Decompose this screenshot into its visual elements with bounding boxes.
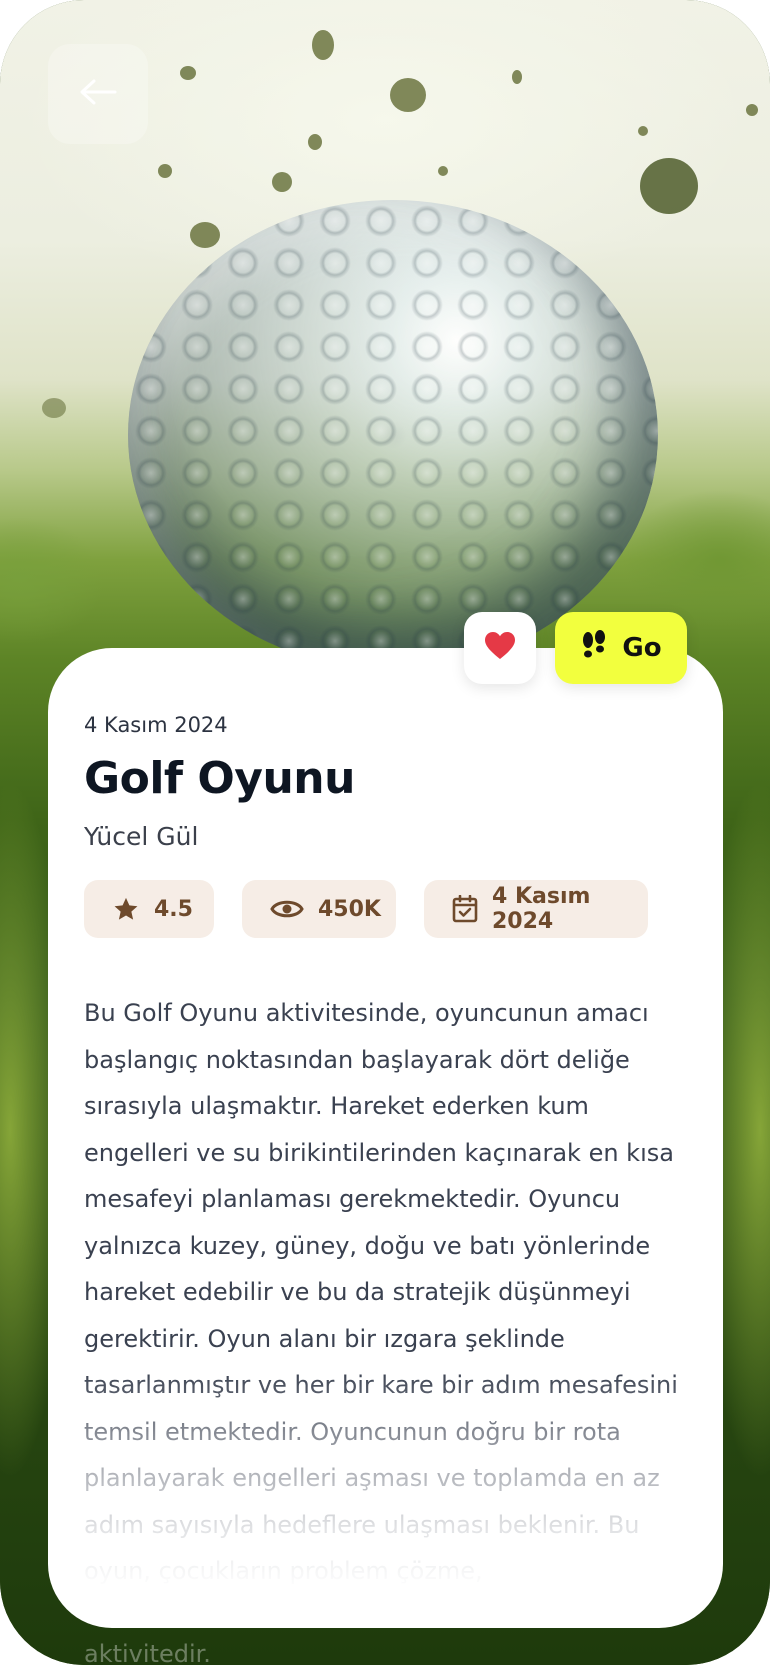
author-name: Yücel Gül bbox=[84, 822, 199, 851]
date-value: 4 Kasım 2024 bbox=[492, 884, 591, 934]
app-screen: 4 Kasım 2024 Golf Oyunu Yücel Gül 4.5 45… bbox=[0, 0, 770, 1665]
activity-card: 4 Kasım 2024 Golf Oyunu Yücel Gül 4.5 45… bbox=[48, 648, 723, 1628]
date-badge: 4 Kasım 2024 bbox=[424, 880, 648, 938]
heart-icon bbox=[484, 631, 516, 666]
go-button-label: Go bbox=[622, 633, 662, 663]
views-value: 450K bbox=[318, 896, 381, 922]
stats-row: 4.5 450K 4 Kasım 2024 bbox=[84, 880, 694, 938]
rating-badge: 4.5 bbox=[84, 880, 214, 938]
calendar-check-icon bbox=[452, 895, 478, 923]
activity-date: 4 Kasım 2024 bbox=[84, 713, 228, 737]
eye-icon bbox=[270, 897, 304, 921]
go-button[interactable]: Go bbox=[555, 612, 687, 684]
golf-ball bbox=[128, 200, 658, 670]
views-badge: 450K bbox=[242, 880, 396, 938]
rating-value: 4.5 bbox=[154, 896, 193, 922]
arrow-left-icon bbox=[78, 78, 118, 111]
activity-description: Bu Golf Oyunu aktivitesinde, oyuncunun a… bbox=[84, 999, 678, 1585]
description-overflow-text: aktivitedir. bbox=[84, 1640, 211, 1665]
page-title: Golf Oyunu bbox=[84, 753, 355, 804]
favorite-button[interactable] bbox=[464, 612, 536, 684]
footsteps-icon bbox=[580, 629, 608, 667]
back-button[interactable] bbox=[48, 44, 148, 144]
star-icon bbox=[112, 895, 140, 923]
